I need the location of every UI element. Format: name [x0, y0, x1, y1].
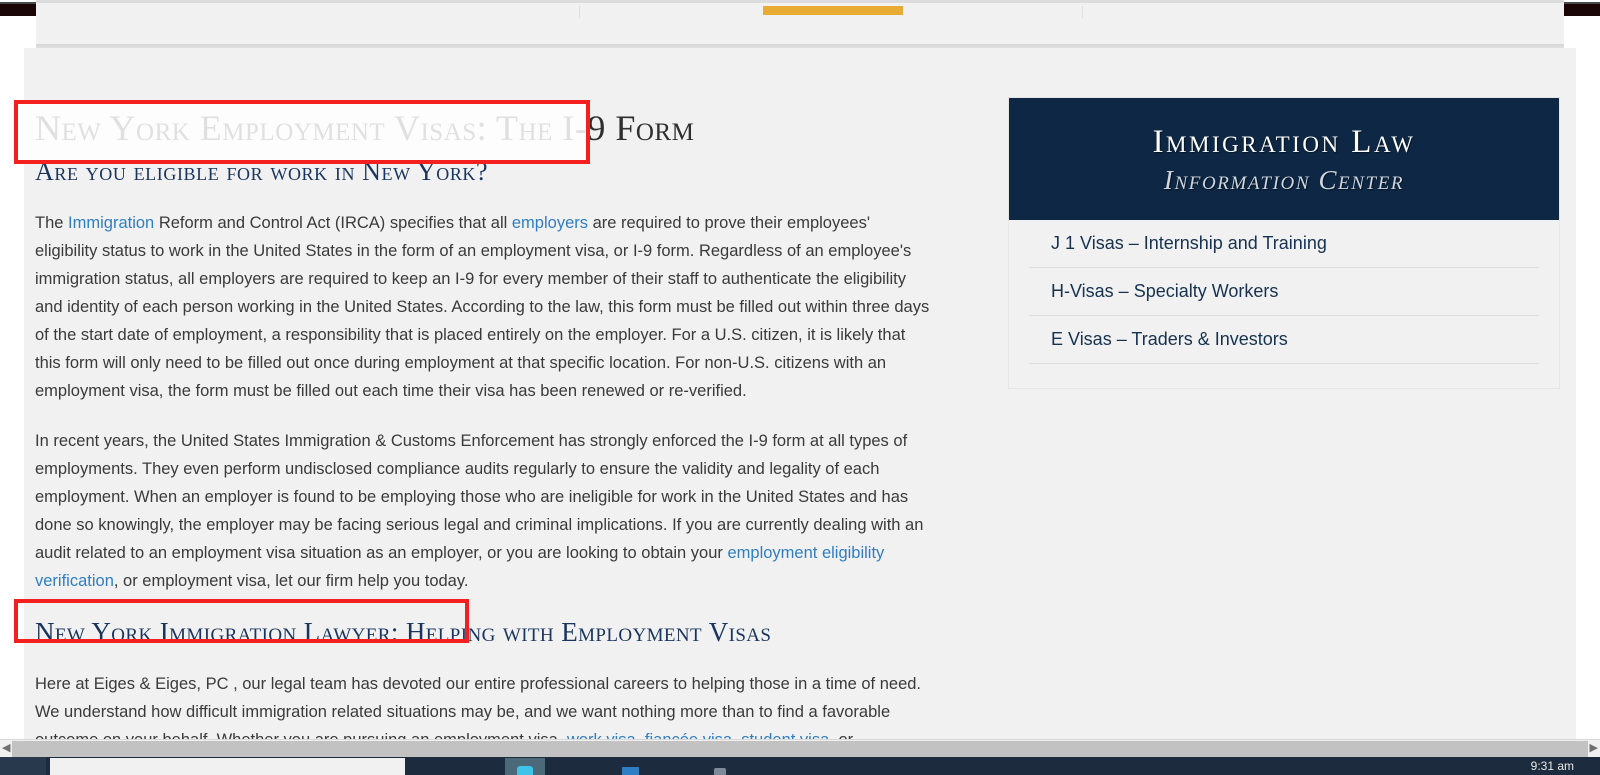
scroll-left-arrow-icon[interactable]: ◀: [2, 743, 10, 754]
p1-text-2: Reform and Control Act (IRCA) specifies …: [154, 214, 512, 232]
nav-separator-1: [579, 6, 580, 18]
sidebar-immigration-law-info-center: Immigration Law Information Center J 1 V…: [1009, 98, 1559, 389]
page-title: New York Employment Visas: The I-9 Form: [35, 106, 965, 151]
section-title: New York Immigration Lawyer: Helping wit…: [35, 617, 965, 648]
sidebar-item-e-visas[interactable]: E Visas – Traders & Investors: [1029, 316, 1539, 365]
taskbar-clock[interactable]: 9:31 am: [1531, 759, 1574, 773]
site-nav-bar[interactable]: [36, 0, 1564, 44]
link-employers[interactable]: employers: [512, 214, 588, 232]
window-corner-left: [0, 2, 36, 16]
taskbar-browser-icon[interactable]: [505, 758, 545, 775]
page-body: New York Employment Visas: The I-9 Form …: [0, 48, 1600, 749]
taskbar[interactable]: 9:31 am: [0, 757, 1600, 775]
sidebar-link-list: J 1 Visas – Internship and Training H-Vi…: [1009, 220, 1559, 388]
p2-text-2: , or employment visa, let our firm help …: [113, 572, 469, 590]
taskbar-window-item[interactable]: [50, 758, 405, 775]
page-content: New York Employment Visas: The I-9 Form …: [24, 48, 1576, 749]
link-immigration[interactable]: Immigration: [68, 214, 154, 232]
sidebar-header-line-1: Immigration Law: [1152, 124, 1416, 160]
section-title-main: New York Immigration Lawyer:: [35, 617, 399, 647]
paragraph-2: In recent years, the United States Immig…: [35, 427, 930, 595]
sidebar-header: Immigration Law Information Center: [1009, 98, 1559, 221]
p1-text-3: are required to prove their employees' e…: [35, 214, 930, 400]
sidebar-item-h-visas[interactable]: H-Visas – Specialty Workers: [1029, 268, 1539, 317]
window-corner-right: [1564, 2, 1600, 16]
page-gutter-right: [1576, 48, 1600, 748]
page-gutter-left: [0, 48, 24, 748]
sidebar-header-line-2: Information Center: [1163, 164, 1405, 195]
horizontal-scrollbar-thumb[interactable]: [12, 741, 1588, 757]
p2-text-1: In recent years, the United States Immig…: [35, 432, 924, 562]
taskbar-start-button[interactable]: [0, 757, 46, 775]
page-title-main: New York Employment Visas:: [35, 108, 488, 148]
section-title-rest: Helping with Employment Visas: [398, 617, 772, 647]
nav-active-indicator: [763, 6, 903, 15]
scroll-right-arrow-icon[interactable]: ▶: [1590, 743, 1598, 754]
nav-separator-2: [1082, 6, 1083, 18]
p1-text-1: The: [35, 214, 69, 232]
taskbar-app-icon[interactable]: [612, 758, 652, 775]
page-subtitle: Are you eligible for work in New York?: [35, 157, 489, 186]
screen: New York Employment Visas: The I-9 Form …: [0, 0, 1600, 775]
taskbar-folder-icon[interactable]: [700, 758, 740, 775]
horizontal-scrollbar[interactable]: ◀ ▶: [0, 739, 1600, 757]
paragraph-1: The Immigration Reform and Control Act (…: [35, 209, 930, 405]
site-nav-strip: [0, 0, 1600, 48]
sidebar-item-j1-visas[interactable]: J 1 Visas – Internship and Training: [1029, 220, 1539, 269]
article-column: New York Employment Visas: The I-9 Form …: [35, 48, 965, 754]
page-title-rest: The I-9 Form: [487, 108, 695, 148]
